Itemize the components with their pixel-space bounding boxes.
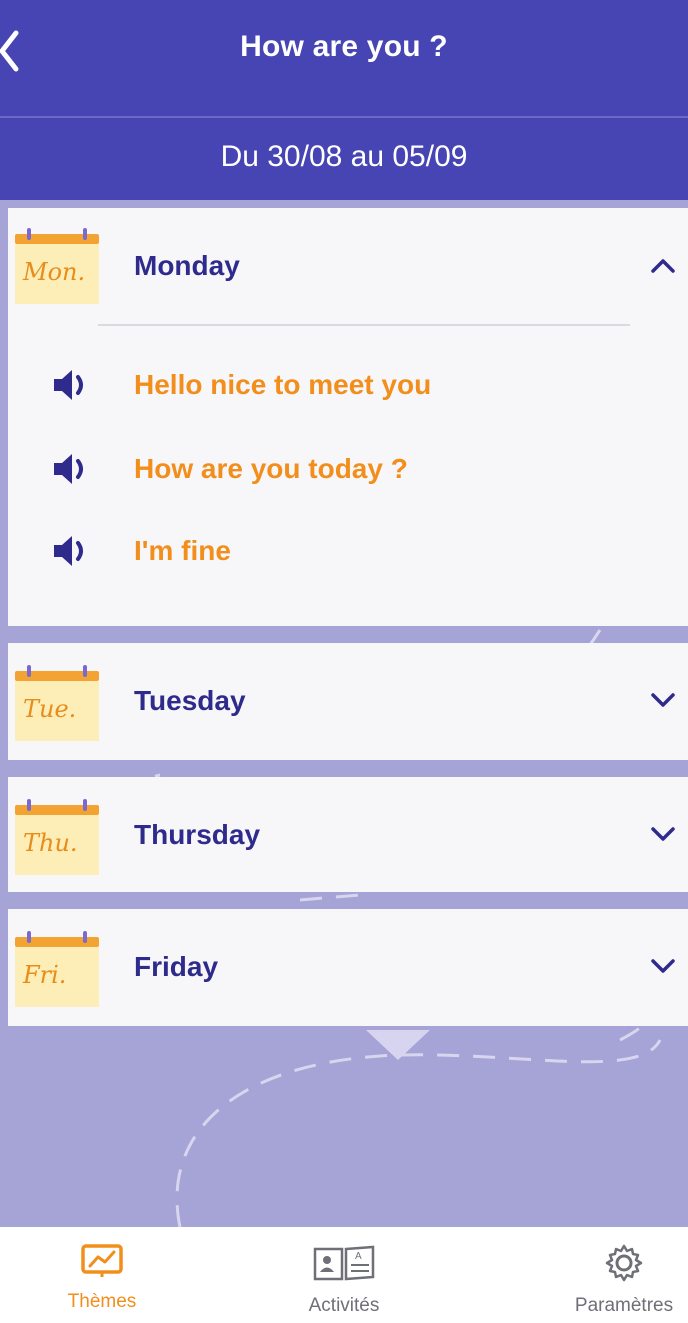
day-card-thursday[interactable]: Thu. Thursday [8,777,688,892]
svg-text:A: A [355,1251,362,1262]
bottom-navigation: Thèmes A Activités Paramètres [0,1227,688,1323]
speaker-icon[interactable] [52,451,92,487]
phrase-item[interactable]: I'm fine [52,526,672,576]
speaker-icon[interactable] [52,533,92,569]
date-range-label: Du 30/08 au 05/09 [220,140,468,173]
chevron-down-icon[interactable] [650,691,676,709]
phrase-item[interactable]: How are you today ? [52,444,672,494]
calendar-icon: Tue. [15,665,99,745]
week-content[interactable]: Mon. Monday Hello nice to meet you How a… [0,200,688,1227]
speaker-icon[interactable] [52,367,92,403]
nav-tab-themes[interactable]: Thèmes [2,1243,202,1313]
chevron-up-icon[interactable] [650,256,676,274]
app-header: How are you ? [0,0,688,116]
calendar-icon: Fri. [15,931,99,1011]
app-screen: How are you ? Du 30/08 au 05/09 Mon. Mon… [0,0,688,1323]
day-card-monday: Mon. Monday Hello nice to meet you How a… [8,208,688,626]
chevron-down-icon[interactable] [650,825,676,843]
phrase-text: I'm fine [134,535,231,566]
date-range-bar: Du 30/08 au 05/09 [0,118,688,200]
gear-icon [605,1244,643,1282]
nav-tab-activities[interactable]: A Activités [244,1243,444,1317]
activity-book-icon: A [313,1245,375,1281]
nav-label-themes: Thèmes [67,1291,137,1312]
day-abbreviation: Mon. [23,258,86,286]
nav-label-activities: Activités [308,1295,380,1316]
phrase-item[interactable]: Hello nice to meet you [52,360,672,410]
phrase-text: Hello nice to meet you [134,369,432,400]
calendar-icon: Mon. [15,228,99,308]
day-abbreviation: Tue. [23,695,77,723]
chart-icon [81,1244,123,1277]
day-name-thursday: Thursday [134,819,261,850]
day-name-monday[interactable]: Monday [134,250,240,282]
phrase-text: How are you today ? [134,453,408,484]
nav-tab-settings[interactable]: Paramètres [524,1243,688,1317]
nav-label-settings: Paramètres [574,1295,674,1316]
day-name-friday: Friday [134,951,219,982]
chevron-down-icon[interactable] [650,957,676,975]
day-abbreviation: Fri. [23,961,67,989]
day-abbreviation: Thu. [23,829,78,857]
day-name-tuesday: Tuesday [134,685,246,716]
page-title: How are you ? [240,30,448,63]
calendar-icon: Thu. [15,799,99,879]
day-card-friday[interactable]: Fri. Friday [8,909,688,1026]
day-card-tuesday[interactable]: Tue. Tuesday [8,643,688,760]
card-divider [98,324,630,326]
